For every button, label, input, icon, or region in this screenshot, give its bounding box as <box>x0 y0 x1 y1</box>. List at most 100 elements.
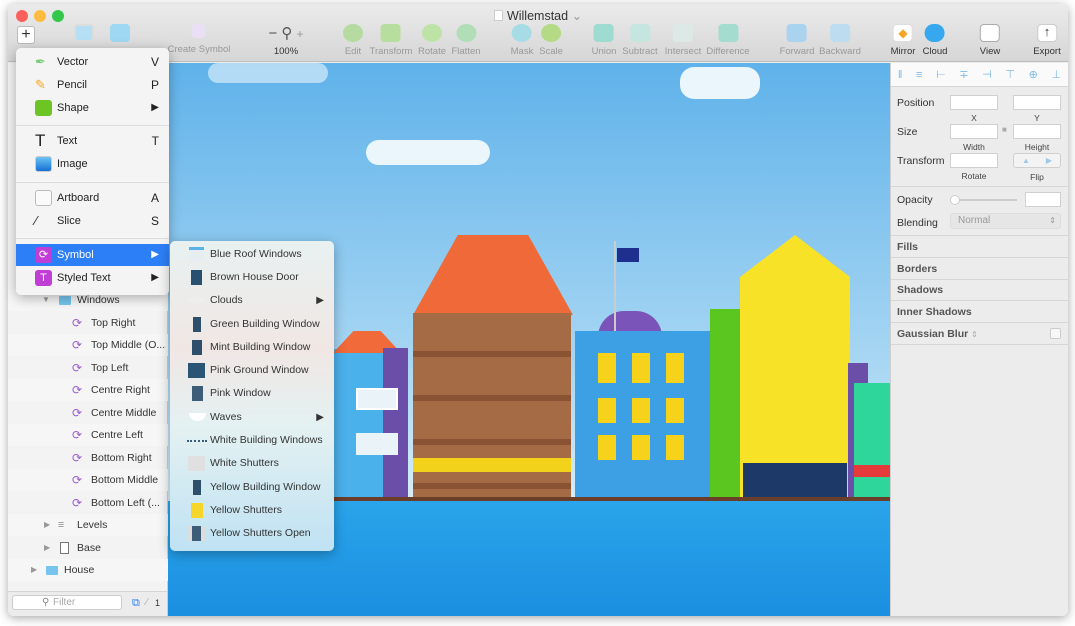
mask-button[interactable]: Mask <box>511 24 533 57</box>
flip-horizontal-icon[interactable]: ▲ <box>1022 156 1030 165</box>
submenu-item[interactable]: Yellow Shutters Open <box>170 522 334 545</box>
document-title[interactable]: Willemstad ⌄ <box>8 8 1068 23</box>
submenu-item[interactable]: Pink Window <box>170 382 334 405</box>
disclosure-closed-icon[interactable]: ▶ <box>44 537 50 559</box>
ungroup-button[interactable] <box>110 24 130 46</box>
align-center-icon[interactable]: ∓ <box>959 68 968 81</box>
opacity-input[interactable] <box>1025 192 1061 207</box>
gaussian-blur-section[interactable]: Gaussian Blur ⇕ <box>891 323 1068 345</box>
flip-vertical-icon[interactable]: ▶ <box>1046 156 1052 165</box>
shadows-section[interactable]: Shadows <box>891 279 1068 301</box>
export-button[interactable]: ↑ Export <box>1033 24 1061 57</box>
door-icon <box>191 270 202 285</box>
menu-item-pencil[interactable]: ✎ Pencil P <box>16 74 169 96</box>
fills-section[interactable]: Fills <box>891 236 1068 258</box>
rotate-button[interactable]: Rotate <box>418 24 446 57</box>
align-left-icon[interactable]: ⊢ <box>936 68 946 81</box>
rotate-input[interactable] <box>950 153 998 168</box>
align-middle-icon[interactable]: ⊕ <box>1029 68 1038 81</box>
submenu-item[interactable]: Mint Building Window <box>170 336 334 359</box>
blending-select[interactable]: Normal ⇕ <box>950 213 1061 229</box>
submenu-item[interactable]: Clouds ▶ <box>170 289 334 312</box>
align-bottom-icon[interactable]: ⊥ <box>1051 68 1061 81</box>
menu-item-shape[interactable]: Shape ▶ <box>16 97 169 119</box>
menu-item-image[interactable]: Image <box>16 153 169 175</box>
subtract-button[interactable]: Subtract <box>622 24 658 57</box>
layer-row-symbol[interactable]: ⟳ Top Right <box>8 312 168 334</box>
cloud-shape <box>680 67 760 99</box>
cloud-label: Cloud <box>922 46 948 57</box>
submenu-item[interactable]: Yellow Building Window <box>170 476 334 499</box>
layer-row-symbol[interactable]: ⟳ Centre Middle <box>8 402 168 424</box>
submenu-item[interactable]: White Shutters <box>170 452 334 475</box>
artboard-icon <box>35 190 52 206</box>
submenu-item[interactable]: Pink Ground Window <box>170 359 334 382</box>
submenu-item[interactable]: Blue Roof Windows <box>170 243 334 266</box>
disclosure-closed-icon[interactable]: ▶ <box>31 559 37 581</box>
submenu-item[interactable]: White Building Windows <box>170 429 334 452</box>
submenu-item[interactable]: Yellow Shutters <box>170 499 334 522</box>
align-right-icon[interactable]: ⊣ <box>982 68 992 81</box>
filter-input[interactable]: ⚲ Filter <box>12 595 122 610</box>
union-button[interactable]: Union <box>592 24 616 57</box>
blur-checkbox[interactable] <box>1050 328 1061 339</box>
layer-row-symbol[interactable]: ⟳ Top Left <box>8 357 168 379</box>
group-button[interactable] <box>74 24 94 46</box>
opacity-slider[interactable] <box>950 195 1017 205</box>
layer-row-base[interactable]: ▶ Base <box>8 537 168 559</box>
menu-item-symbol[interactable]: ⟳ Symbol ▶ <box>16 244 169 266</box>
submenu-item[interactable]: Brown House Door <box>170 266 334 289</box>
mirror-button[interactable]: ◆ Mirror <box>891 24 915 57</box>
create-symbol-label: Create Symbol <box>167 44 231 55</box>
forward-button[interactable]: Forward <box>780 24 814 57</box>
menu-separator <box>16 182 169 183</box>
orange-roof <box>413 235 573 315</box>
section-title: Fills <box>897 241 919 253</box>
yellow-shutters <box>598 398 698 423</box>
disclosure-closed-icon[interactable]: ▶ <box>44 514 50 536</box>
submenu-arrow-icon: ▶ <box>151 249 159 260</box>
layer-row-symbol[interactable]: ⟳ Bottom Left (... <box>8 492 168 514</box>
width-input[interactable] <box>950 124 998 139</box>
x-input[interactable] <box>950 95 998 110</box>
transform-button[interactable]: Transform <box>370 24 412 57</box>
inner-shadows-section[interactable]: Inner Shadows <box>891 301 1068 323</box>
menu-item-artboard[interactable]: Artboard A <box>16 187 169 209</box>
distribute-horizontal-icon[interactable]: ‖ <box>898 69 903 81</box>
layer-row-symbol[interactable]: ⟳ Top Middle (O... <box>8 334 168 356</box>
menu-item-vector[interactable]: ✒ Vector V <box>16 51 169 73</box>
layer-row-house[interactable]: ▶ House <box>8 559 168 581</box>
borders-section[interactable]: Borders <box>891 258 1068 280</box>
lock-icon[interactable]: ■ <box>1002 125 1007 134</box>
menu-item-text[interactable]: T Text T <box>16 130 169 152</box>
distribute-vertical-icon[interactable]: ≡ <box>916 69 922 81</box>
zoom-in-button[interactable]: + <box>297 27 304 41</box>
view-button[interactable]: View <box>980 24 1000 57</box>
intersect-button[interactable]: Intersect <box>665 24 701 57</box>
layer-row-levels[interactable]: ▶ ≡ Levels <box>8 514 168 536</box>
flatten-button[interactable]: Flatten <box>451 24 481 57</box>
scale-button[interactable]: Scale <box>539 24 563 57</box>
pages-icon[interactable]: ⧉ <box>132 597 140 610</box>
y-input[interactable] <box>1013 95 1061 110</box>
insert-button[interactable]: + <box>17 26 35 44</box>
opacity-slider-knob[interactable] <box>950 195 960 205</box>
edit-button[interactable]: Edit <box>343 24 363 57</box>
create-symbol-button[interactable]: Create Symbol <box>167 24 231 55</box>
layer-row-symbol[interactable]: ⟳ Centre Left <box>8 424 168 446</box>
zoom-out-button[interactable]: − <box>268 25 277 42</box>
chevron-updown-icon[interactable]: ⇕ <box>971 330 978 339</box>
menu-item-slice[interactable]: ∕ Slice S <box>16 210 169 232</box>
cloud-button[interactable]: Cloud <box>922 24 948 57</box>
difference-button[interactable]: Difference <box>706 24 750 57</box>
layer-row-symbol[interactable]: ⟳ Centre Right <box>8 379 168 401</box>
menu-item-styled-text[interactable]: T Styled Text ▶ <box>16 267 169 289</box>
submenu-item[interactable]: Green Building Window <box>170 313 334 336</box>
zoom-control[interactable]: − ⚲ +100% <box>268 24 303 57</box>
backward-button[interactable]: Backward <box>819 24 861 57</box>
submenu-item[interactable]: Waves ▶ <box>170 406 334 429</box>
layer-row-symbol[interactable]: ⟳ Bottom Right <box>8 447 168 469</box>
height-input[interactable] <box>1013 124 1061 139</box>
layer-row-symbol[interactable]: ⟳ Bottom Middle <box>8 469 168 491</box>
align-top-icon[interactable]: ⊤ <box>1005 68 1015 81</box>
